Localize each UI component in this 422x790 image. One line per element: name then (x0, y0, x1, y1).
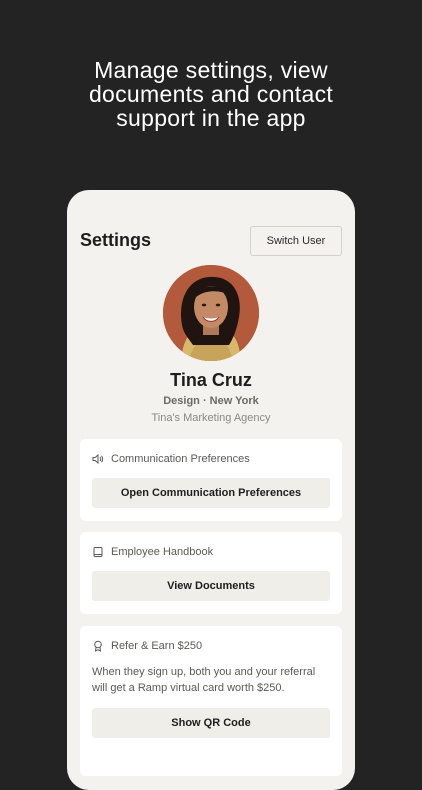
book-icon (93, 547, 103, 557)
settings-header: Settings Switch User (80, 226, 342, 258)
headline-line-3: support in the app (116, 105, 306, 131)
profile-department-location: Design · New York (163, 395, 259, 407)
refer-description: When they sign up, both you and your ref… (92, 666, 316, 694)
phone-screen: Settings Switch User Tina Cruz Design · … (67, 190, 355, 790)
refer-earn-card: Refer & Earn $250 When they sign up, bot… (80, 626, 342, 776)
communication-preferences-card: Communication Preferences Open Communica… (80, 439, 342, 521)
page-title: Settings (80, 230, 152, 250)
profile-name: Tina Cruz (170, 370, 252, 390)
speaker-icon (92, 453, 104, 465)
headline-line-2: documents and contact (88, 81, 334, 107)
handbook-card-header: Employee Handbook (92, 545, 213, 559)
handbook-card-title: Employee Handbook (111, 546, 214, 558)
avatar (163, 265, 259, 361)
promo-headline: Manage settings, view documents and cont… (0, 58, 422, 130)
view-documents-button[interactable]: View Documents (92, 571, 330, 601)
headline-line-1: Manage settings, view (94, 57, 328, 83)
communication-card-header: Communication Preferences (92, 452, 250, 466)
communication-card-title: Communication Preferences (111, 453, 250, 465)
avatar-portrait (163, 265, 259, 361)
switch-user-button[interactable]: Switch User (250, 226, 342, 256)
badge-icon (94, 640, 102, 652)
show-qr-code-button[interactable]: Show QR Code (92, 708, 330, 738)
employee-handbook-card: Employee Handbook View Documents (80, 532, 342, 614)
profile-company: Tina's Marketing Agency (151, 412, 271, 424)
refer-card-title: Refer & Earn $250 (111, 640, 203, 652)
open-communication-preferences-button[interactable]: Open Communication Preferences (92, 478, 330, 508)
refer-card-header: Refer & Earn $250 (92, 639, 202, 653)
